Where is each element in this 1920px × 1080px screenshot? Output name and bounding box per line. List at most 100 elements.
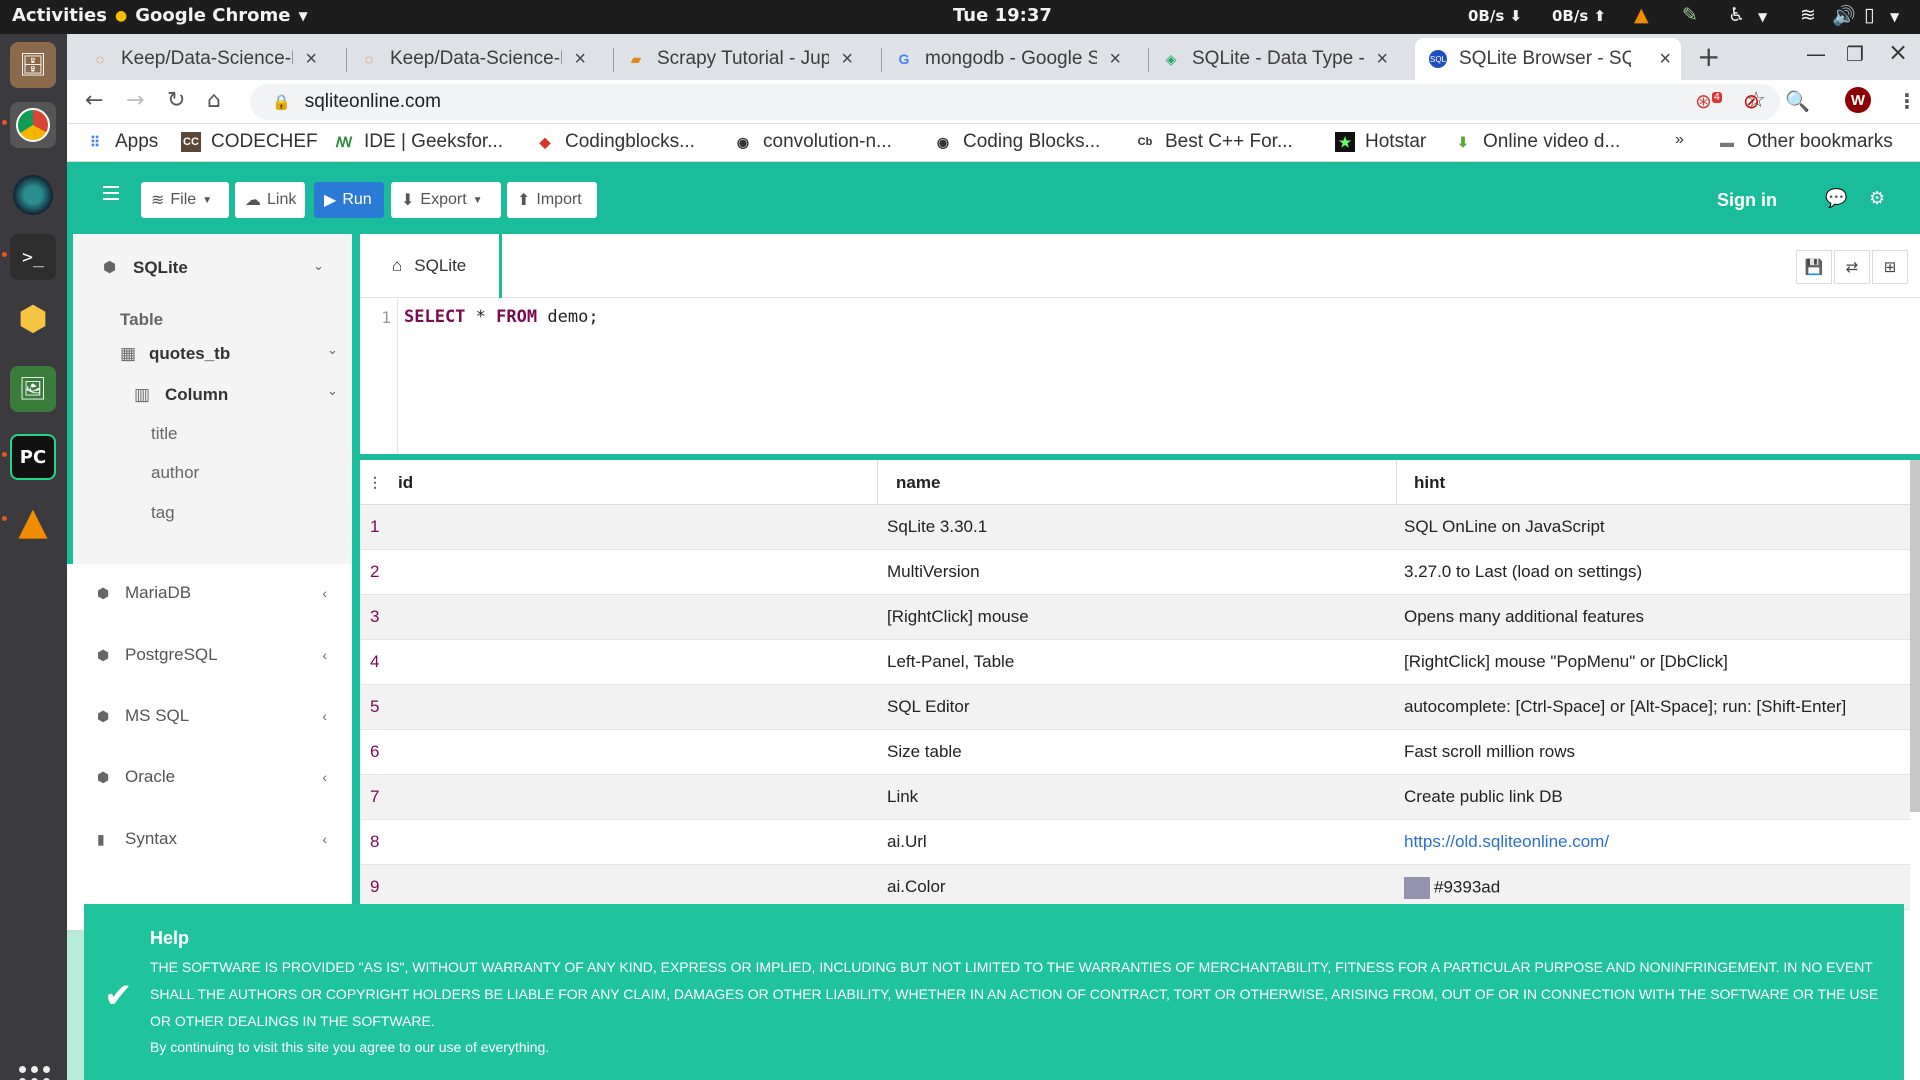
results-scrollbar[interactable] (1910, 460, 1920, 812)
table-row[interactable]: 6 Size table Fast scroll million rows (360, 730, 1910, 775)
chevron-down-icon[interactable]: ⌄ (313, 258, 324, 274)
image-viewer-icon[interactable]: 🖼 (10, 366, 56, 412)
bookmark-codingblocks[interactable]: ◆ Codingblocks... (535, 131, 695, 153)
table-row[interactable]: 8 ai.Url https://old.sqliteonline.com/ (360, 820, 1910, 865)
clock[interactable]: Tue 19:37 (953, 5, 1052, 26)
column-header[interactable]: Column (165, 385, 228, 405)
wifi-icon[interactable]: ≋ (1800, 4, 1816, 26)
table-row[interactable]: 4 Left-Panel, Table [RightClick] mouse "… (360, 640, 1910, 685)
url-link[interactable]: https://old.sqliteonline.com/ (1404, 832, 1609, 851)
table-name[interactable]: quotes_tb (149, 344, 230, 364)
chevron-down-icon[interactable]: ⌄ (327, 342, 338, 358)
sql-code[interactable]: SELECT * FROM demo; (404, 307, 599, 327)
other-bookmarks[interactable]: ▬ Other bookmarks (1717, 131, 1893, 153)
bookmark-coding-blocks[interactable]: ◉ Coding Blocks... (933, 131, 1100, 153)
table-row[interactable]: 3 [RightClick] mouse Opens many addition… (360, 595, 1910, 640)
address-bar[interactable]: 🔒 sqliteonline.com ☆ (250, 84, 1780, 120)
close-icon[interactable]: × (1659, 48, 1671, 71)
chrome-menu-icon[interactable]: ⋮ (1897, 89, 1917, 113)
file-menu-button[interactable]: ≋ File ▼ (141, 182, 229, 218)
browser-tab[interactable]: ◌ Keep/Data-Science-M × (77, 38, 327, 80)
sql-editor[interactable]: 1 SELECT * FROM demo; (360, 298, 1920, 454)
battery-icon[interactable]: ▯ (1864, 4, 1874, 26)
refresh-icon[interactable]: ⇄ (1834, 250, 1870, 284)
syntax-item[interactable]: ▮ Syntax ‹ (97, 829, 347, 849)
files-icon[interactable]: 🗄 (10, 42, 56, 88)
restore-icon[interactable]: ❐ (1846, 42, 1864, 66)
accessibility-icon[interactable]: ♿ (1728, 4, 1745, 26)
close-icon[interactable]: × (1376, 48, 1388, 71)
tray-app-icon[interactable]: ✎ (1682, 4, 1698, 26)
chrome-icon[interactable] (10, 102, 56, 148)
column-header[interactable]: id (398, 460, 413, 505)
db-mssql[interactable]: ⬢ MS SQL ‹ (97, 706, 347, 726)
bookmark-convolution[interactable]: ◉ convolution-n... (733, 131, 892, 153)
forward-icon[interactable]: → (126, 88, 144, 113)
vlc-tray-icon[interactable]: ▲ (1634, 4, 1649, 26)
browser-tab[interactable]: ◌ Keep/Data-Science-M × (346, 38, 596, 80)
bookmark-apps[interactable]: ⠿ Apps (85, 131, 158, 153)
bookmarks-overflow[interactable]: » (1675, 131, 1684, 149)
bookmark-online-video[interactable]: ⬇ Online video d... (1453, 131, 1620, 153)
table-row[interactable]: 7 Link Create public link DB (360, 775, 1910, 820)
bookmark-codechef[interactable]: CC CODECHEF (181, 131, 318, 153)
sign-in-link[interactable]: Sign in (1717, 190, 1777, 211)
db-mariadb[interactable]: ⬢ MariaDB ‹ (97, 583, 347, 603)
table-row[interactable]: 1 SqLite 3.30.1 SQL OnLine on JavaScript (360, 505, 1910, 550)
browser-tab[interactable]: G mongodb - Google Se × (881, 38, 1131, 80)
show-applications-icon[interactable] (19, 1066, 50, 1080)
profile-avatar[interactable]: W (1845, 87, 1871, 113)
column-item[interactable]: author (151, 463, 199, 483)
browser-tab[interactable]: ◈ SQLite - Data Type - T × (1148, 38, 1398, 80)
pycharm-icon[interactable]: PC (10, 434, 56, 480)
back-icon[interactable]: ← (85, 88, 103, 113)
bookmark-geeksforgeeks[interactable]: ꟿ IDE | Geeksfor... (334, 131, 503, 153)
column-header[interactable]: name (896, 460, 940, 505)
column-header[interactable]: hint (1414, 460, 1445, 505)
table-row[interactable]: 5 SQL Editor autocomplete: [Ctrl-Space] … (360, 685, 1910, 730)
close-window-icon[interactable]: × (1888, 38, 1908, 66)
app-menu[interactable]: ● Google Chrome ▼ (115, 5, 308, 26)
column-item[interactable]: title (151, 424, 177, 444)
volume-icon[interactable]: 🔊 (1832, 4, 1856, 27)
close-icon[interactable]: × (1109, 48, 1121, 71)
minimize-icon[interactable]: — (1806, 42, 1826, 66)
close-icon[interactable]: × (305, 48, 317, 71)
close-icon[interactable]: × (574, 48, 586, 71)
browser-tab-active[interactable]: SQL SQLite Browser - SQL × (1415, 38, 1681, 80)
sqlite-db-title[interactable]: SQLite (133, 258, 188, 278)
run-button[interactable]: ▶ Run (314, 182, 384, 218)
column-divider[interactable] (1396, 460, 1397, 505)
extension-icon[interactable]: ⊛ 4 (1695, 89, 1723, 113)
table-row[interactable]: 2 MultiVersion 3.27.0 to Last (load on s… (360, 550, 1910, 595)
column-options-icon[interactable]: ⋮ (368, 460, 382, 505)
browser-tab[interactable]: ▰ Scrapy Tutorial - Jupy × (613, 38, 863, 80)
python-icon[interactable]: ⬢ (10, 296, 56, 342)
column-item[interactable]: tag (151, 503, 175, 523)
import-button[interactable]: ⬆ Import (507, 182, 597, 218)
new-tab-icon[interactable]: + (1697, 40, 1720, 73)
column-divider[interactable] (877, 460, 878, 505)
chat-icon[interactable]: 💬 (1825, 188, 1847, 209)
home-icon[interactable]: ⌂ (207, 88, 221, 113)
extension-icon[interactable]: 🔍 (1785, 89, 1810, 113)
camera-icon[interactable] (10, 172, 56, 218)
terminal-icon[interactable]: >_ (10, 234, 56, 280)
bookmark-best-cpp[interactable]: Cb Best C++ For... (1135, 131, 1293, 153)
reload-icon[interactable]: ↻ (167, 88, 185, 113)
db-oracle[interactable]: ⬢ Oracle ‹ (97, 767, 347, 787)
add-tab-icon[interactable]: ⊞ (1872, 250, 1908, 284)
chevron-down-icon[interactable]: ⌄ (327, 383, 338, 399)
link-button[interactable]: ☁ Link (235, 182, 305, 218)
save-icon[interactable]: 💾 (1796, 250, 1832, 284)
block-icon[interactable]: ⊘ (1743, 89, 1760, 113)
gear-icon[interactable]: ⚙ (1869, 188, 1885, 209)
bookmark-hotstar[interactable]: ★ Hotstar (1335, 131, 1426, 153)
hamburger-menu-icon[interactable] (103, 186, 119, 200)
export-menu-button[interactable]: ⬇ Export ▼ (391, 182, 501, 218)
vlc-icon[interactable]: ▲ (10, 498, 56, 544)
db-postgresql[interactable]: ⬢ PostgreSQL ‹ (97, 645, 347, 665)
editor-tab-sqlite[interactable]: ⌂ SQLite (360, 234, 502, 298)
activities-button[interactable]: Activities (12, 5, 107, 26)
close-icon[interactable]: × (841, 48, 853, 71)
